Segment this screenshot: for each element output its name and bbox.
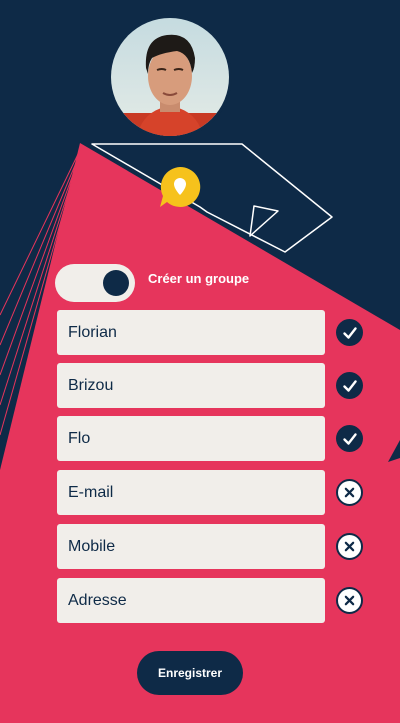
nickname-field[interactable]: Flo	[57, 416, 325, 461]
create-group-toggle[interactable]	[55, 264, 135, 302]
close-icon	[336, 587, 363, 614]
close-icon	[336, 479, 363, 506]
save-button[interactable]: Enregistrer	[137, 651, 243, 695]
check-icon	[336, 319, 363, 346]
address-field[interactable]: Adresse	[57, 578, 325, 623]
email-field[interactable]: E-mail	[57, 470, 325, 515]
check-icon	[336, 372, 363, 399]
profile-photo	[111, 18, 229, 136]
toggle-label: Créer un groupe	[148, 271, 250, 286]
location-pin-icon[interactable]	[158, 165, 202, 209]
mobile-field[interactable]: Mobile	[57, 524, 325, 569]
close-icon	[336, 533, 363, 560]
toggle-knob	[103, 270, 129, 296]
check-icon	[336, 425, 363, 452]
last-name-field[interactable]: Brizou	[57, 363, 325, 408]
avatar[interactable]	[111, 18, 229, 136]
first-name-field[interactable]: Florian	[57, 310, 325, 355]
